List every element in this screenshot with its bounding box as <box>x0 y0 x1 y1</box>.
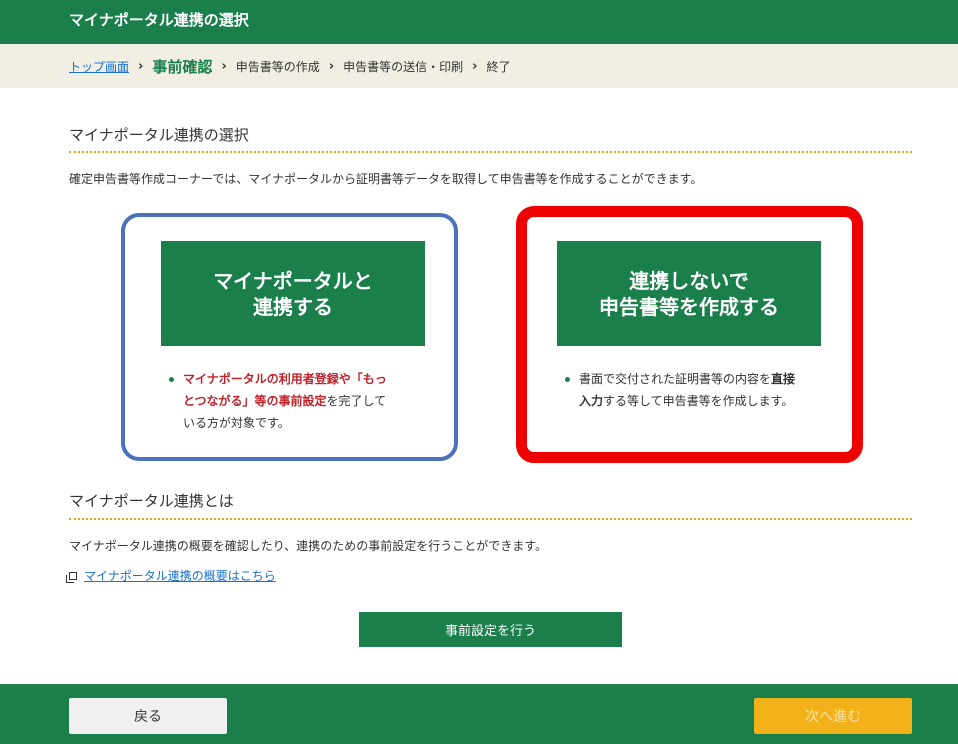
breadcrumb-step-send: 申告書等の送信・印刷 <box>343 59 464 74</box>
bullet-icon <box>169 377 174 382</box>
section-title-about: マイナポータル連携とは <box>69 492 234 510</box>
section-divider <box>69 518 912 520</box>
option-link-note: マイナポータルの利用者登録や「もっとつながる」等の事前設定を完了している方が対象… <box>169 368 397 434</box>
about-description: マイナポータル連携の概要を確認したり、連携のための事前設定を行うことができます。 <box>69 539 548 553</box>
breadcrumb-separator: › <box>138 58 144 74</box>
breadcrumb: トップ画面 › 事前確認 › 申告書等の作成 › 申告書等の送信・印刷 › 終了 <box>0 44 958 88</box>
link-myna-portal-button[interactable]: マイナポータルと 連携する <box>161 241 425 346</box>
breadcrumb-separator: › <box>328 58 335 74</box>
breadcrumb-current-step: 事前確認 <box>152 57 213 76</box>
page-header-title: マイナポータル連携の選択 <box>69 11 249 29</box>
option-no-link-note-part3: する等して申告書等を作成します。 <box>603 394 794 408</box>
breadcrumb-top-link[interactable]: トップ画面 <box>69 58 129 75</box>
external-window-icon <box>66 571 77 583</box>
breadcrumb-step-end: 終了 <box>486 59 511 74</box>
breadcrumb-separator: › <box>221 58 227 74</box>
next-button[interactable]: 次へ進む <box>754 698 912 734</box>
breadcrumb-step-create: 申告書等の作成 <box>235 59 320 74</box>
overview-link-text[interactable]: マイナポータル連携の概要はこちら <box>84 567 276 584</box>
page-header: マイナポータル連携の選択 <box>0 0 958 44</box>
back-button[interactable]: 戻る <box>69 698 227 734</box>
breadcrumb-separator: › <box>472 58 478 74</box>
section-divider <box>69 151 912 153</box>
option-no-link-note: 書面で交付された証明書等の内容を直接入力する等して申告書等を作成します。 <box>565 368 797 412</box>
overview-link[interactable]: マイナポータル連携の概要はこちら <box>66 567 276 584</box>
section-title-selection: マイナポータル連携の選択 <box>69 126 249 144</box>
pre-setup-button[interactable]: 事前設定を行う <box>359 612 622 647</box>
option-no-link-note-part1: 書面で交付された証明書等の内容を <box>579 372 772 386</box>
create-without-link-button[interactable]: 連携しないで 申告書等を作成する <box>557 241 821 346</box>
section-description: 確定申告書等作成コーナーでは、マイナポータルから証明書等データを取得して申告書等… <box>69 172 703 186</box>
bullet-icon <box>565 377 570 382</box>
